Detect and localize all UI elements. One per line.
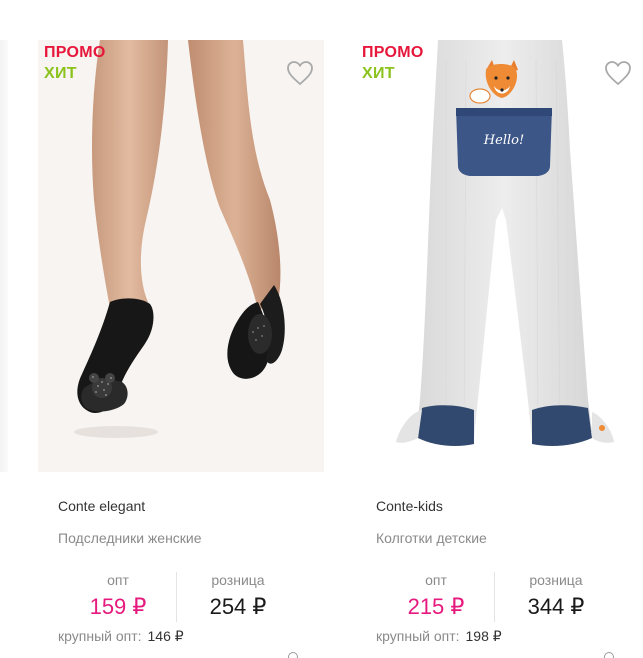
wholesale-label: опт — [107, 572, 129, 588]
hit-badge: ХИТ — [44, 65, 77, 82]
price-block: опт 159 ₽ розница 254 ₽ — [58, 572, 318, 628]
product-brand[interactable]: Conte elegant — [58, 498, 145, 514]
bulk-label: крупный опт: — [376, 628, 460, 644]
bulk-label: крупный опт: — [58, 628, 142, 644]
retail-price: розница 344 ₽ — [498, 572, 614, 620]
wholesale-label: опт — [425, 572, 447, 588]
product-grid: ПРОМО ХИТ Conte elegant Подследники женс… — [0, 0, 643, 658]
hit-badge: ХИТ — [362, 65, 395, 82]
hello-print: Hello! — [483, 133, 524, 148]
product-name[interactable]: Колготки детские — [376, 530, 487, 546]
bulk-value: 198 ₽ — [465, 628, 502, 644]
favorite-heart-icon[interactable] — [604, 60, 632, 86]
retail-value: 344 ₽ — [527, 594, 585, 619]
wholesale-price: опт 159 ₽ — [58, 572, 178, 620]
retail-price: розница 254 ₽ — [180, 572, 296, 620]
price-divider — [494, 572, 495, 622]
product-brand[interactable]: Conte-kids — [376, 498, 443, 514]
bulk-price: крупный опт: 198 ₽ — [376, 628, 502, 645]
favorite-heart-icon[interactable] — [286, 60, 314, 86]
retail-value: 254 ₽ — [209, 594, 267, 619]
bulk-price: крупный опт: 146 ₽ — [58, 628, 184, 645]
product-name[interactable]: Подследники женские — [58, 530, 202, 546]
product-card[interactable]: ПРОМО ХИТ Conte elegant Подследники женс… — [38, 0, 338, 658]
bulk-value: 146 ₽ — [147, 628, 184, 644]
info-icon[interactable] — [604, 652, 614, 658]
kids-tights-fox-image: Hello! — [356, 40, 642, 472]
promo-badge: ПРОМО — [44, 44, 106, 61]
wholesale-value: 215 ₽ — [407, 594, 465, 619]
price-divider — [176, 572, 177, 622]
wholesale-value: 159 ₽ — [89, 594, 147, 619]
promo-badge: ПРОМО — [362, 44, 424, 61]
price-block: опт 215 ₽ розница 344 ₽ — [376, 572, 636, 628]
wholesale-price: опт 215 ₽ — [376, 572, 496, 620]
product-image[interactable] — [38, 40, 324, 472]
info-icon[interactable] — [288, 652, 298, 658]
partial-product-image[interactable] — [0, 40, 8, 472]
retail-label: розница — [529, 572, 583, 588]
product-card[interactable]: Hello! ПРОМО ХИТ Conte-kids Колготки дет… — [356, 0, 643, 658]
black-footie-socks-image — [38, 40, 324, 472]
retail-label: розница — [211, 572, 265, 588]
product-image[interactable]: Hello! — [356, 40, 642, 472]
badges: ПРОМО ХИТ — [362, 44, 424, 83]
badges: ПРОМО ХИТ — [44, 44, 106, 83]
